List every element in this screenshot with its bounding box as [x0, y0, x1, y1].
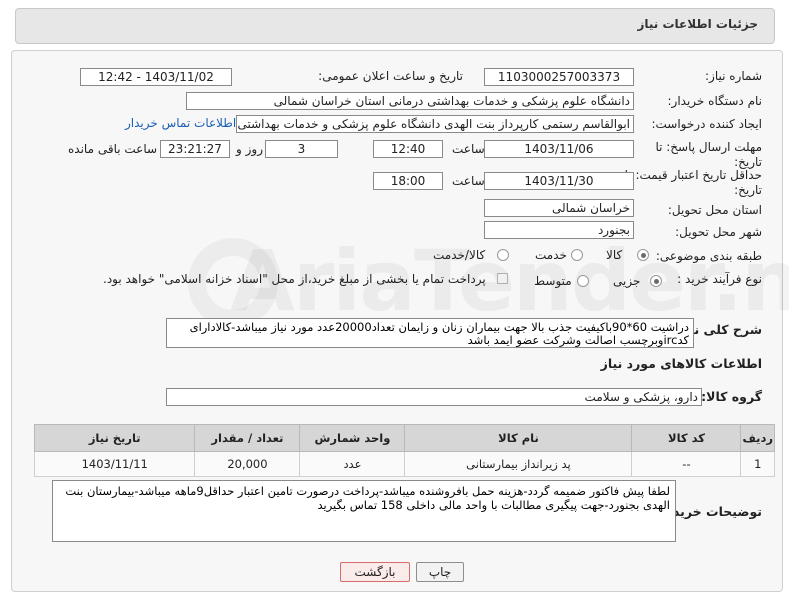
- remaining-time-field[interactable]: 23:21:27: [160, 140, 230, 158]
- reply-deadline-label: مهلت ارسال پاسخ: تا تاریخ:: [655, 140, 762, 169]
- category-label: طبقه بندی موضوعی:: [655, 249, 762, 263]
- remaining-label: ساعت باقی مانده: [68, 142, 158, 156]
- process-medium-label: متوسط: [534, 274, 572, 288]
- goods-table-header: ردیف کد کالا نام کالا واحد شمارش تعداد /…: [33, 424, 775, 452]
- col-name: نام کالا: [404, 424, 633, 452]
- buyer-notes-textarea[interactable]: لطفا پیش فاکتور ضمیمه گردد-هزینه حمل باف…: [52, 480, 676, 542]
- creator-label: ایجاد کننده درخواست:: [651, 117, 762, 131]
- province-field[interactable]: خراسان شمالی: [484, 199, 634, 217]
- goods-group-field[interactable]: دارو، پزشکی و سلامت: [166, 388, 702, 406]
- col-row: ردیف: [740, 424, 775, 452]
- process-minor-label: جزیی: [613, 274, 641, 288]
- need-number-label: شماره نیاز:: [705, 69, 762, 83]
- process-medium-radio[interactable]: [577, 275, 589, 287]
- need-number-field[interactable]: 1103000257003373: [484, 68, 634, 86]
- announce-label: تاریخ و ساعت اعلان عمومی:: [318, 69, 463, 83]
- city-label: شهر محل تحویل:: [675, 225, 762, 239]
- col-code: کد کالا: [631, 424, 742, 452]
- process-minor-radio[interactable]: [650, 275, 662, 287]
- col-qty: تعداد / مقدار: [194, 424, 301, 452]
- city-field[interactable]: بجنورد: [484, 221, 634, 239]
- reply-time-field[interactable]: 12:40: [373, 140, 443, 158]
- table-row[interactable]: 1 -- پد زیرانداز بیمارستانی عدد 20,000 1…: [33, 451, 775, 477]
- goods-group-label: گروه کالا:: [701, 389, 762, 404]
- back-button[interactable]: بازگشت: [340, 562, 410, 582]
- category-goods-service-label: کالا/خدمت: [433, 248, 486, 262]
- validity-date-field[interactable]: 1403/11/30: [484, 172, 634, 190]
- category-goods-label: کالا: [606, 248, 623, 262]
- category-goods-radio[interactable]: [637, 249, 649, 261]
- goods-name: پد زیرانداز بیمارستانی: [404, 451, 633, 477]
- treasury-payment-checkbox[interactable]: [497, 273, 508, 284]
- category-goods-service-radio[interactable]: [497, 249, 509, 261]
- validity-time-field[interactable]: 18:00: [373, 172, 443, 190]
- buyer-org-label: نام دستگاه خریدار:: [667, 94, 763, 108]
- buyer-org-field[interactable]: دانشگاه علوم پزشکی و خدمات بهداشتی درمان…: [186, 92, 634, 110]
- col-date: تاریخ نیاز: [33, 424, 196, 452]
- goods-code: --: [631, 451, 742, 477]
- buyer-contact-link[interactable]: اطلاعات تماس خریدار: [125, 116, 236, 130]
- description-textarea[interactable]: دراشیت 60*90باکیفیت جذب بالا جهت بیماران…: [166, 318, 694, 348]
- treasury-payment-note: پرداخت تمام یا بخشی از مبلغ خرید،از محل …: [103, 272, 486, 286]
- price-validity-label: حداقل تاریخ اعتبار قیمت: تا تاریخ:: [624, 168, 762, 197]
- page-title: جزئیات اطلاعات نیاز: [637, 17, 758, 31]
- category-service-label: خدمت: [535, 248, 567, 262]
- goods-table: ردیف کد کالا نام کالا واحد شمارش تعداد /…: [33, 424, 775, 477]
- goods-date: 1403/11/11: [33, 451, 196, 477]
- print-button[interactable]: چاپ: [416, 562, 464, 582]
- reply-date-field[interactable]: 1403/11/06: [484, 140, 634, 158]
- goods-section-title: اطلاعات کالاهای مورد نیاز: [600, 356, 762, 371]
- category-service-radio[interactable]: [571, 249, 583, 261]
- announce-datetime-field[interactable]: 1403/11/02 - 12:42: [80, 68, 232, 86]
- creator-field[interactable]: ابوالقاسم رستمی کارپرداز بنت الهدی دانشگ…: [236, 115, 634, 133]
- days-field[interactable]: 3: [265, 140, 338, 158]
- col-unit: واحد شمارش: [299, 424, 406, 452]
- reply-time-label: ساعت: [452, 142, 485, 156]
- province-label: استان محل تحویل:: [667, 203, 762, 217]
- goods-unit: عدد: [299, 451, 406, 477]
- title-panel: جزئیات اطلاعات نیاز: [15, 8, 775, 44]
- days-label: روز و: [236, 142, 263, 156]
- process-label: نوع فرآیند خرید :: [677, 272, 762, 286]
- goods-qty: 20,000: [194, 451, 301, 477]
- row-number: 1: [740, 451, 775, 477]
- validity-time-label: ساعت: [452, 174, 485, 188]
